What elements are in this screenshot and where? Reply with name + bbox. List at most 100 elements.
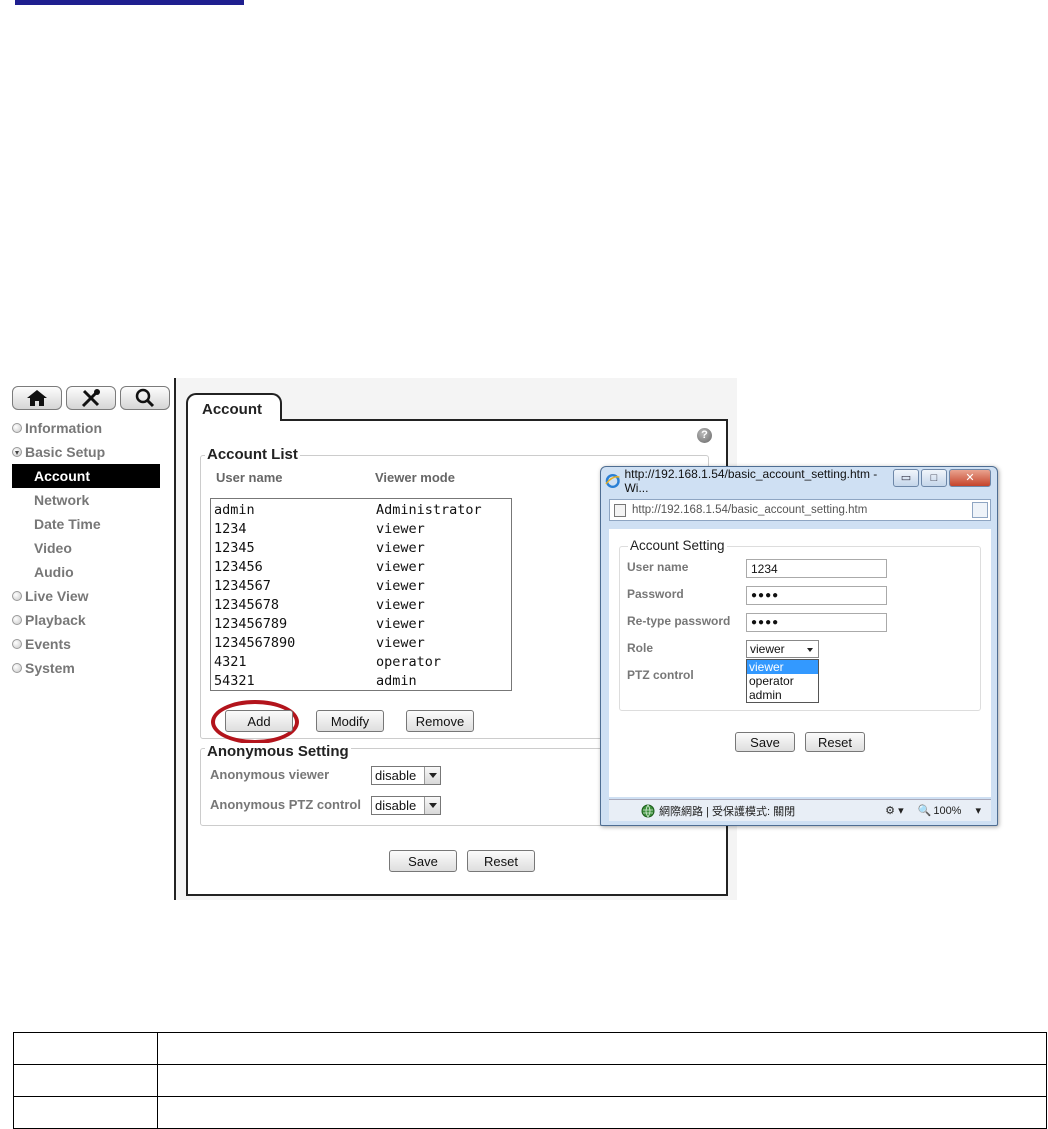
account-username: 4321: [214, 654, 247, 670]
username-label: User name: [627, 560, 689, 574]
account-viewer-mode: viewer: [376, 578, 425, 594]
zoom-level[interactable]: 100%: [933, 805, 961, 817]
col-header-user-name: User name: [216, 470, 283, 485]
role-option-admin[interactable]: admin: [747, 688, 818, 702]
role-option-operator[interactable]: operator: [747, 674, 818, 688]
sidebar-item-label: Information: [25, 420, 102, 436]
account-listbox[interactable]: admin Administrator 1234 viewer 12345 viewer 1…: [210, 498, 512, 691]
feed-icon[interactable]: [972, 502, 988, 518]
sidebar-item-label: Network: [34, 492, 90, 508]
sidebar-item-playback[interactable]: Playback: [12, 608, 162, 632]
account-username: 1234: [214, 521, 247, 537]
account-username: 1234567890: [214, 635, 296, 651]
tools-icon: [81, 389, 100, 408]
ptz-control-label: PTZ control: [627, 668, 694, 682]
account-username: 54321: [214, 673, 255, 689]
account-username: 12345: [214, 540, 255, 556]
account-viewer-mode: viewer: [376, 616, 425, 632]
anonymous-setting-legend: Anonymous Setting: [205, 743, 351, 760]
reset-button[interactable]: Reset: [467, 850, 535, 872]
account-viewer-mode: Administrator: [376, 502, 482, 518]
sidebar-item-events[interactable]: Events: [12, 632, 162, 656]
save-button[interactable]: Save: [389, 850, 457, 872]
anonymous-ptz-select[interactable]: disable: [371, 796, 441, 815]
help-icon[interactable]: ?: [697, 428, 712, 443]
expanded-bullet-icon: [12, 447, 22, 457]
sidebar-item-basic-setup[interactable]: Basic Setup: [12, 440, 162, 464]
remove-button[interactable]: Remove: [406, 710, 474, 732]
account-username: 123456789: [214, 616, 288, 632]
retype-password-label: Re-type password: [627, 614, 731, 628]
table-row: [13, 1064, 1047, 1097]
modify-button[interactable]: Modify: [316, 710, 384, 732]
add-button[interactable]: Add: [225, 710, 293, 732]
account-username: 12345678: [214, 597, 280, 613]
sidebar: Information Basic Setup Account Network Date…: [0, 378, 174, 900]
sidebar-item-label: Events: [25, 636, 71, 652]
popup-reset-button[interactable]: Reset: [805, 732, 865, 752]
popup-save-button[interactable]: Save: [735, 732, 795, 752]
sidebar-item-label: Basic Setup: [25, 444, 106, 460]
protected-mode-icon[interactable]: ⚙ ▾: [885, 804, 903, 817]
account-viewer-mode: viewer: [376, 521, 425, 537]
sidebar-item-audio[interactable]: Audio: [12, 560, 162, 584]
setup-button[interactable]: [66, 386, 116, 410]
tab-account[interactable]: Account: [186, 393, 282, 421]
username-field[interactable]: 1234: [746, 559, 887, 578]
anonymous-viewer-label: Anonymous viewer: [210, 767, 330, 782]
password-field[interactable]: ●●●●: [746, 586, 887, 605]
list-item[interactable]: 1234567 viewer: [214, 578, 425, 597]
account-list-legend: Account List: [205, 446, 300, 463]
sidebar-item-label: Playback: [25, 612, 86, 628]
account-setting-popup: http://192.168.1.54/basic_account_settin…: [600, 466, 998, 826]
list-item[interactable]: 12345 viewer: [214, 540, 425, 559]
search-icon: [135, 388, 155, 408]
account-viewer-mode: viewer: [376, 597, 425, 613]
anonymous-ptz-value: disable: [375, 798, 417, 813]
sidebar-item-network[interactable]: Network: [12, 488, 162, 512]
anonymous-viewer-select[interactable]: disable: [371, 766, 441, 785]
list-item[interactable]: 123456789 viewer: [214, 616, 425, 635]
sidebar-item-information[interactable]: Information: [12, 416, 162, 440]
sidebar-item-video[interactable]: Video: [12, 536, 162, 560]
list-item[interactable]: 123456 viewer: [214, 559, 425, 578]
zoom-chevron-down-icon[interactable]: ▾: [975, 804, 981, 817]
sidebar-item-live-view[interactable]: Live View: [12, 584, 162, 608]
role-dropdown-list[interactable]: viewer operator admin: [746, 659, 819, 703]
anonymous-viewer-value: disable: [375, 768, 417, 783]
popup-body: Account Setting User name 1234 Password …: [609, 529, 991, 797]
account-viewer-mode: admin: [376, 673, 417, 689]
list-item[interactable]: 4321 operator: [214, 654, 441, 673]
popup-titlebar: http://192.168.1.54/basic_account_settin…: [605, 467, 895, 495]
sidebar-item-label: Video: [34, 540, 72, 556]
chevron-down-icon: [424, 767, 440, 784]
sidebar-item-system[interactable]: System: [12, 656, 162, 680]
role-option-viewer[interactable]: viewer: [747, 660, 818, 674]
role-select[interactable]: viewer: [746, 640, 819, 658]
search-button[interactable]: [120, 386, 170, 410]
zoom-icon: 🔍: [917, 805, 932, 817]
account-viewer-mode: viewer: [376, 559, 425, 575]
header-bar: [15, 0, 244, 5]
address-bar[interactable]: http://192.168.1.54/basic_account_settin…: [609, 499, 991, 521]
anonymous-ptz-label: Anonymous PTZ control: [210, 797, 361, 812]
sidebar-item-account[interactable]: Account: [12, 464, 160, 488]
close-button[interactable]: ✕: [949, 469, 991, 487]
retype-password-field[interactable]: ●●●●: [746, 613, 887, 632]
maximize-button[interactable]: □: [921, 469, 947, 487]
bullet-icon: [12, 615, 22, 625]
sidebar-item-label: Date Time: [34, 516, 101, 532]
home-icon: [27, 390, 47, 406]
account-viewer-mode: viewer: [376, 635, 425, 651]
list-item[interactable]: admin Administrator: [214, 502, 482, 521]
list-item[interactable]: 1234 viewer: [214, 521, 425, 540]
list-item[interactable]: 12345678 viewer: [214, 597, 425, 616]
home-button[interactable]: [12, 386, 62, 410]
list-item[interactable]: 54321 admin: [214, 673, 417, 692]
browser-icon: [605, 473, 620, 489]
list-item[interactable]: 1234567890 viewer: [214, 635, 425, 654]
sidebar-item-date-time[interactable]: Date Time: [12, 512, 162, 536]
minimize-button[interactable]: ▭: [893, 469, 919, 487]
password-label: Password: [627, 587, 684, 601]
page-icon: [614, 503, 626, 517]
